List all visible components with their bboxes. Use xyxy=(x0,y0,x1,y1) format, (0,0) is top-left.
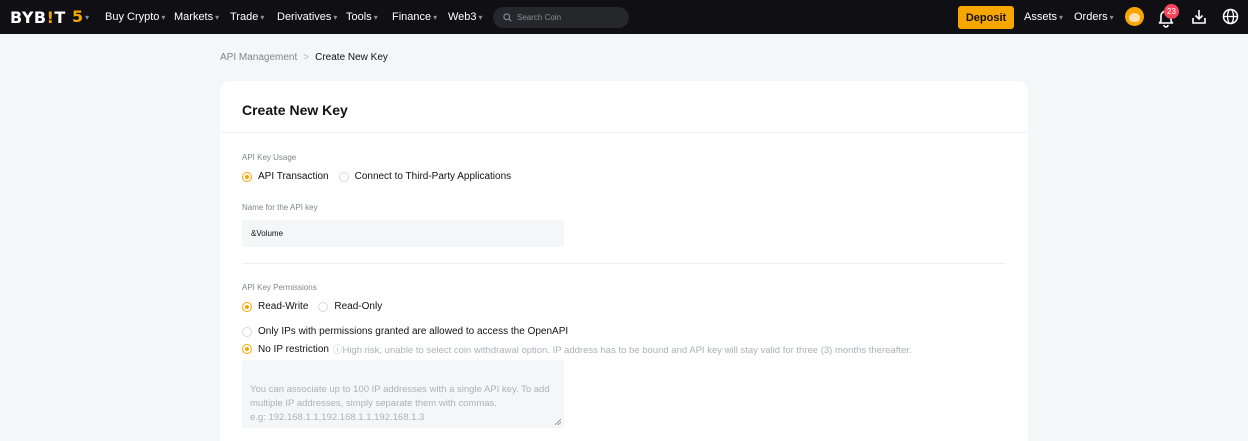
permissions-radio-group: Read-Write Read-Only xyxy=(242,301,392,312)
nav-assets[interactable]: Assets ▾ xyxy=(1024,11,1063,23)
nav-web3[interactable]: Web3 ▾ xyxy=(448,11,483,23)
api-key-name-field[interactable]: &Volume xyxy=(242,220,564,247)
breadcrumb-separator: > xyxy=(303,52,310,63)
radio-unchecked-icon xyxy=(242,326,252,337)
breadcrumb-api-management[interactable]: API Management xyxy=(220,52,297,63)
radio-unchecked-icon xyxy=(318,301,329,312)
permissions-label: API Key Permissions xyxy=(242,283,317,292)
breadcrumb: API Management > Create New Key xyxy=(220,52,388,63)
nav-markets[interactable]: Markets ▾ xyxy=(174,11,219,23)
nav-finance[interactable]: Finance ▾ xyxy=(392,11,437,23)
radio-unchecked-icon xyxy=(338,171,349,182)
perm-read-only-radio[interactable]: Read-Only xyxy=(318,301,382,312)
globe-icon[interactable] xyxy=(1222,8,1239,25)
radio-checked-icon xyxy=(242,301,252,312)
anniversary-menu[interactable]: 5 ▾ xyxy=(72,7,89,26)
download-icon[interactable] xyxy=(1191,9,1207,25)
title-divider xyxy=(220,132,1028,133)
nav-tools[interactable]: Tools ▾ xyxy=(346,11,378,23)
search-input[interactable]: Search Coin xyxy=(493,7,629,28)
usage-third-party-radio[interactable]: Connect to Third-Party Applications xyxy=(338,171,511,182)
section-divider xyxy=(242,263,1006,264)
nav-trade[interactable]: Trade ▾ xyxy=(230,11,264,23)
ip-placeholder: You can associate up to 100 IP addresses… xyxy=(250,384,550,423)
usage-api-transaction-radio[interactable]: API Transaction xyxy=(242,171,329,182)
ip-address-textarea[interactable]: You can associate up to 100 IP addresses… xyxy=(242,360,564,428)
breadcrumb-current: Create New Key xyxy=(315,52,388,63)
page-title: Create New Key xyxy=(242,102,348,118)
notification-badge: 23 xyxy=(1164,4,1179,19)
radio-checked-icon xyxy=(242,171,252,182)
radio-checked-icon xyxy=(242,344,252,354)
bybit-logo[interactable]: BYB!T xyxy=(10,8,66,27)
search-placeholder: Search Coin xyxy=(517,13,562,22)
user-avatar[interactable] xyxy=(1125,7,1144,26)
ip-risk-warning: ⓘHigh risk, unable to select coin withdr… xyxy=(332,345,912,356)
perm-read-write-radio[interactable]: Read-Write xyxy=(242,301,308,312)
name-label: Name for the API key xyxy=(242,203,318,212)
nav-derivatives[interactable]: Derivatives ▾ xyxy=(277,11,337,23)
usage-label: API Key Usage xyxy=(242,153,297,162)
create-key-card: Create New Key API Key Usage API Transac… xyxy=(220,81,1028,441)
nav-orders[interactable]: Orders ▾ xyxy=(1074,11,1114,23)
top-nav: BYB!T 5 ▾ Buy Crypto ▾ Markets ▾ Trade ▾ Der… xyxy=(0,0,1248,34)
ip-unrestricted-radio[interactable]: No IP restriction ⓘHigh risk, unable to s… xyxy=(242,342,912,356)
ip-restricted-radio[interactable]: Only IPs with permissions granted are al… xyxy=(242,326,568,337)
nav-buy-crypto[interactable]: Buy Crypto ▾ xyxy=(105,11,165,23)
usage-radio-group: API Transaction Connect to Third-Party A… xyxy=(242,171,521,182)
search-icon xyxy=(503,13,512,22)
resize-handle-icon[interactable] xyxy=(555,419,561,425)
deposit-button[interactable]: Deposit xyxy=(958,6,1014,29)
